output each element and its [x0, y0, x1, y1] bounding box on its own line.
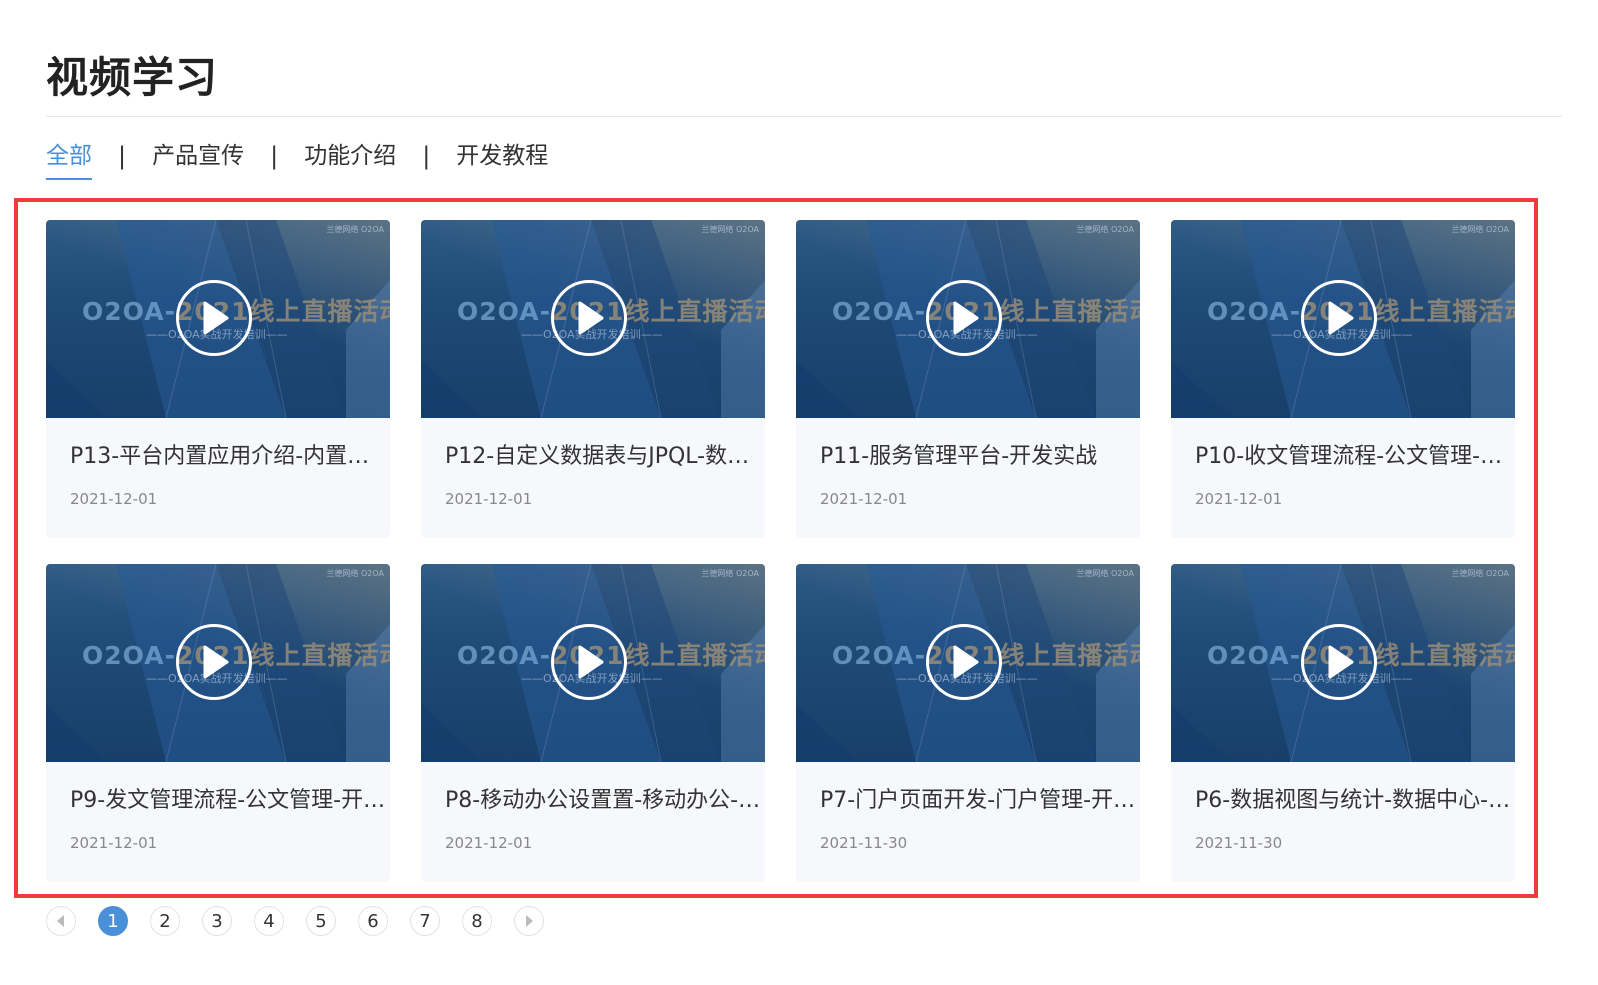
tab-separator: |: [270, 142, 279, 170]
pagination: 12345678: [46, 906, 566, 936]
play-icon: [1328, 301, 1354, 335]
play-icon: [578, 645, 604, 679]
thumbnail-title-prefix: O2OA-: [832, 641, 926, 670]
thumbnail-logo: 兰德网络 O2OA: [1451, 225, 1509, 234]
video-thumbnail[interactable]: 兰德网络 O2OA O2OA-2021线上直播活动 ——O2OA实战开发培训——: [796, 564, 1140, 762]
video-thumbnail[interactable]: 兰德网络 O2OA O2OA-2021线上直播活动 ——O2OA实战开发培训——: [1171, 564, 1515, 762]
tab-separator: |: [118, 142, 127, 170]
page-title: 视频学习: [46, 53, 219, 102]
play-button[interactable]: [176, 280, 252, 356]
thumbnail-logo: 兰德网络 O2OA: [326, 225, 384, 234]
video-card[interactable]: 兰德网络 O2OA O2OA-2021线上直播活动 ——O2OA实战开发培训——…: [1171, 220, 1515, 538]
title-divider: [46, 116, 1562, 117]
thumbnail-title-prefix: O2OA-: [457, 641, 551, 670]
thumbnail-title-prefix: O2OA-: [1207, 297, 1301, 326]
video-date: 2021-12-01: [70, 490, 158, 508]
video-grid: 兰德网络 O2OA O2OA-2021线上直播活动 ——O2OA实战开发培训——…: [46, 220, 1515, 882]
thumbnail-title-prefix: O2OA-: [457, 297, 551, 326]
video-thumbnail[interactable]: 兰德网络 O2OA O2OA-2021线上直播活动 ——O2OA实战开发培训——: [46, 220, 390, 418]
play-icon: [578, 301, 604, 335]
thumbnail-title-prefix: O2OA-: [82, 641, 176, 670]
page-button[interactable]: 3: [202, 906, 232, 936]
play-icon: [953, 301, 979, 335]
tab-separator: |: [422, 142, 431, 170]
thumbnail-title-prefix: O2OA-: [1207, 641, 1301, 670]
next-page-button[interactable]: [514, 906, 544, 936]
video-date: 2021-12-01: [1195, 490, 1283, 508]
video-thumbnail[interactable]: 兰德网络 O2OA O2OA-2021线上直播活动 ——O2OA实战开发培训——: [1171, 220, 1515, 418]
chevron-right-icon: [526, 915, 533, 927]
video-date: 2021-11-30: [1195, 834, 1283, 852]
chevron-left-icon: [57, 915, 64, 927]
page-numbers: 12345678: [98, 906, 514, 936]
video-date: 2021-12-01: [445, 834, 533, 852]
video-title[interactable]: P11-服务管理平台-开发实战: [820, 442, 1140, 472]
play-button[interactable]: [551, 624, 627, 700]
video-title[interactable]: P12-自定义数据表与JPQL-数据中心: [445, 442, 765, 472]
play-icon: [203, 645, 229, 679]
play-button[interactable]: [176, 624, 252, 700]
prev-page-button[interactable]: [46, 906, 76, 936]
page-button[interactable]: 1: [98, 906, 128, 936]
tab-dev-tutorial[interactable]: 开发教程: [456, 138, 548, 182]
video-title[interactable]: P9-发文管理流程-公文管理-开发实战: [70, 786, 390, 816]
video-card[interactable]: 兰德网络 O2OA O2OA-2021线上直播活动 ——O2OA实战开发培训——…: [46, 220, 390, 538]
play-button[interactable]: [1301, 280, 1377, 356]
play-button[interactable]: [926, 624, 1002, 700]
page-button[interactable]: 8: [462, 906, 492, 936]
video-card[interactable]: 兰德网络 O2OA O2OA-2021线上直播活动 ——O2OA实战开发培训——…: [1171, 564, 1515, 882]
page-button[interactable]: 4: [254, 906, 284, 936]
video-thumbnail[interactable]: 兰德网络 O2OA O2OA-2021线上直播活动 ——O2OA实战开发培训——: [421, 220, 765, 418]
page-button[interactable]: 2: [150, 906, 180, 936]
video-date: 2021-12-01: [70, 834, 158, 852]
play-button[interactable]: [926, 280, 1002, 356]
video-card[interactable]: 兰德网络 O2OA O2OA-2021线上直播活动 ——O2OA实战开发培训——…: [796, 564, 1140, 882]
page-button[interactable]: 5: [306, 906, 336, 936]
page-button[interactable]: 7: [410, 906, 440, 936]
video-date: 2021-11-30: [820, 834, 908, 852]
category-tabs: 全部 | 产品宣传 | 功能介绍 | 开发教程: [46, 138, 548, 184]
video-title[interactable]: P10-收文管理流程-公文管理-开发实战: [1195, 442, 1515, 472]
video-title[interactable]: P8-移动办公设置置-移动办公-开发实战: [445, 786, 765, 816]
video-card[interactable]: 兰德网络 O2OA O2OA-2021线上直播活动 ——O2OA实战开发培训——…: [421, 564, 765, 882]
thumbnail-logo: 兰德网络 O2OA: [326, 569, 384, 578]
thumbnail-logo: 兰德网络 O2OA: [1451, 569, 1509, 578]
play-icon: [203, 301, 229, 335]
video-thumbnail[interactable]: 兰德网络 O2OA O2OA-2021线上直播活动 ——O2OA实战开发培训——: [796, 220, 1140, 418]
play-icon: [953, 645, 979, 679]
thumbnail-logo: 兰德网络 O2OA: [1076, 569, 1134, 578]
video-card[interactable]: 兰德网络 O2OA O2OA-2021线上直播活动 ——O2OA实战开发培训——…: [796, 220, 1140, 538]
video-card[interactable]: 兰德网络 O2OA O2OA-2021线上直播活动 ——O2OA实战开发培训——…: [421, 220, 765, 538]
tab-product-promo[interactable]: 产品宣传: [152, 138, 244, 182]
video-title[interactable]: P13-平台内置应用介绍-内置应用介绍: [70, 442, 390, 472]
video-thumbnail[interactable]: 兰德网络 O2OA O2OA-2021线上直播活动 ——O2OA实战开发培训——: [421, 564, 765, 762]
thumbnail-logo: 兰德网络 O2OA: [701, 225, 759, 234]
play-button[interactable]: [551, 280, 627, 356]
video-thumbnail[interactable]: 兰德网络 O2OA O2OA-2021线上直播活动 ——O2OA实战开发培训——: [46, 564, 390, 762]
tab-all[interactable]: 全部: [46, 138, 92, 182]
video-date: 2021-12-01: [820, 490, 908, 508]
video-title[interactable]: P6-数据视图与统计-数据中心-开发实战: [1195, 786, 1515, 816]
thumbnail-title-prefix: O2OA-: [82, 297, 176, 326]
tab-feature-intro[interactable]: 功能介绍: [304, 138, 396, 182]
video-date: 2021-12-01: [445, 490, 533, 508]
thumbnail-logo: 兰德网络 O2OA: [701, 569, 759, 578]
play-button[interactable]: [1301, 624, 1377, 700]
page-button[interactable]: 6: [358, 906, 388, 936]
video-card[interactable]: 兰德网络 O2OA O2OA-2021线上直播活动 ——O2OA实战开发培训——…: [46, 564, 390, 882]
thumbnail-logo: 兰德网络 O2OA: [1076, 225, 1134, 234]
video-title[interactable]: P7-门户页面开发-门户管理-开发实战: [820, 786, 1140, 816]
play-icon: [1328, 645, 1354, 679]
thumbnail-title-prefix: O2OA-: [832, 297, 926, 326]
